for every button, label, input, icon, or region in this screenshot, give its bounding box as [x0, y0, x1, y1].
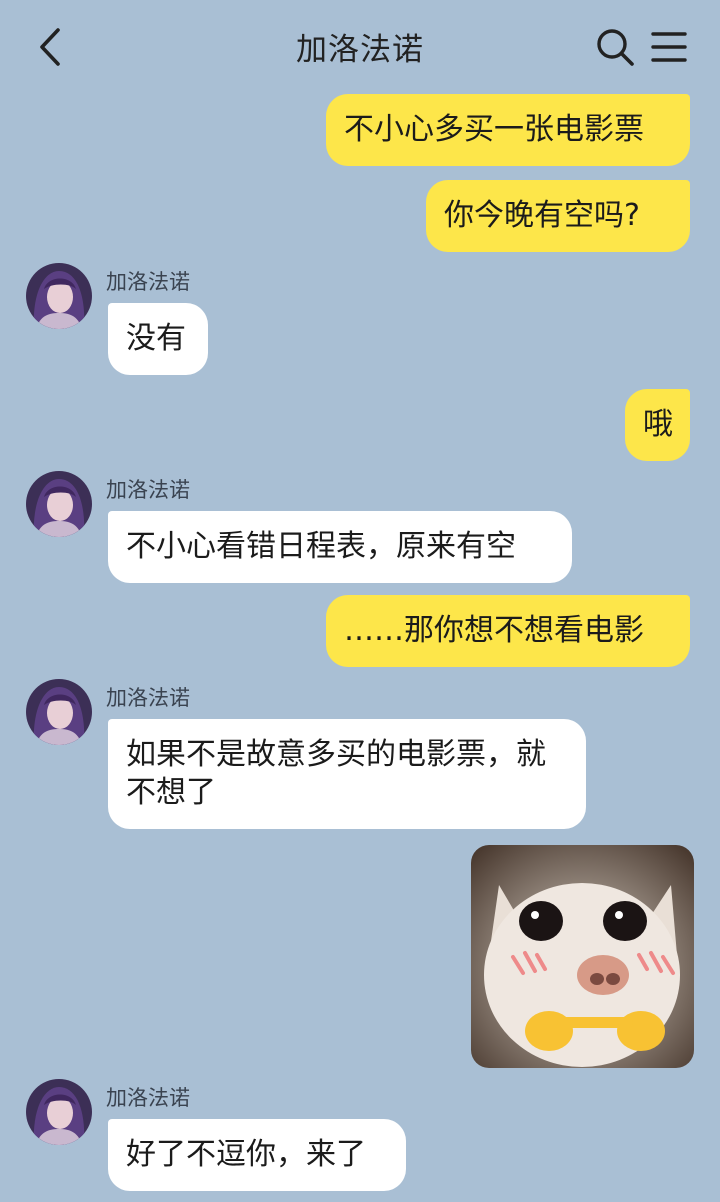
menu-button[interactable]	[650, 28, 688, 66]
menu-icon	[651, 32, 687, 62]
message-text: 哦	[643, 407, 673, 442]
message-text: 没有	[126, 321, 186, 356]
message-text: 不小心看错日程表，原来有空	[126, 529, 516, 564]
avatar-image	[26, 263, 92, 329]
message-bubble-outgoing[interactable]: ……那你想不想看电影	[326, 595, 690, 667]
message-bubble-incoming[interactable]: 好了不逗你，来了	[108, 1119, 406, 1191]
contact-avatar[interactable]	[26, 1079, 92, 1145]
message-text: 好了不逗你，来了	[126, 1137, 366, 1172]
message-bubble-outgoing[interactable]: 你今晚有空吗?	[426, 180, 690, 252]
sender-name: 加洛法诺	[106, 478, 190, 502]
search-icon	[597, 29, 634, 66]
sticker-image	[471, 845, 694, 1068]
avatar-image	[26, 679, 92, 745]
sender-name: 加洛法诺	[106, 270, 190, 294]
sender-name: 加洛法诺	[106, 1086, 190, 1110]
sender-name: 加洛法诺	[106, 686, 190, 710]
message-bubble-incoming[interactable]: 如果不是故意多买的电影票，就不想了	[108, 719, 586, 829]
contact-avatar[interactable]	[26, 679, 92, 745]
message-text: 你今晚有空吗?	[444, 198, 640, 233]
contact-avatar[interactable]	[26, 471, 92, 537]
message-bubble-incoming[interactable]: 没有	[108, 303, 208, 375]
avatar-image	[26, 471, 92, 537]
message-text: 如果不是故意多买的电影票，就不想了	[126, 737, 546, 810]
avatar-image	[26, 1079, 92, 1145]
contact-avatar[interactable]	[26, 263, 92, 329]
message-text: 不小心多买一张电影票	[344, 112, 644, 147]
cat-pointing-fingers-sticker[interactable]	[471, 845, 694, 1068]
message-text: ……那你想不想看电影	[344, 613, 644, 648]
chat-header: 加洛法诺	[0, 0, 720, 94]
message-bubble-outgoing[interactable]: 哦	[625, 389, 690, 461]
message-bubble-incoming[interactable]: 不小心看错日程表，原来有空	[108, 511, 572, 583]
message-bubble-outgoing[interactable]: 不小心多买一张电影票	[326, 94, 690, 166]
search-button[interactable]	[594, 26, 636, 68]
